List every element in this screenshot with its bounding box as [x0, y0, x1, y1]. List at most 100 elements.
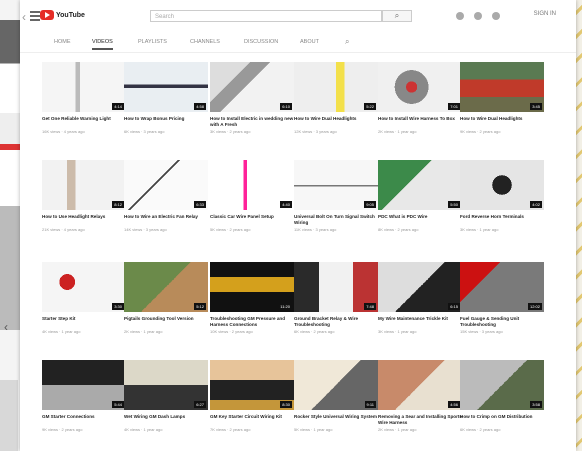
video-card[interactable]: 5:22 How to Wire Dual Headlights 12K views… — [294, 62, 378, 134]
video-thumbnail[interactable]: 8:30 — [210, 360, 294, 410]
video-card[interactable]: 4:58 How to Wrap Bonus Pricing 6K views · … — [124, 62, 208, 134]
video-thumbnail[interactable]: 5:22 — [294, 62, 378, 112]
video-thumbnail[interactable]: 5:12 — [124, 262, 208, 312]
youtube-logo[interactable]: YouTube — [40, 10, 85, 20]
video-thumbnail[interactable]: 3:30 — [42, 262, 126, 312]
video-thumbnail[interactable]: 9:05 — [294, 160, 378, 210]
settings-icon[interactable] — [492, 12, 500, 20]
sign-in-button[interactable]: SIGN IN — [534, 11, 556, 17]
video-card[interactable]: 12:02 Fuel Gauge & Sending Unit Troublesh… — [460, 262, 544, 334]
duration-badge: 7:01 — [448, 103, 460, 110]
tab-videos[interactable]: Videos — [92, 39, 113, 50]
duration-badge: 5:12 — [194, 303, 206, 310]
video-title[interactable]: Universal Bolt On Turn Signal Switch Wir… — [294, 214, 378, 226]
video-card[interactable]: 5:12 Pigtails Grounding Tool Version 2K vi… — [124, 262, 208, 334]
video-thumbnail[interactable]: 7:01 — [378, 62, 462, 112]
video-thumbnail[interactable]: 12:02 — [460, 262, 544, 312]
video-thumbnail[interactable]: 6:10 — [210, 62, 294, 112]
video-meta: 2K views · 1 year ago — [124, 329, 163, 334]
video-meta: 15K views · 3 years ago — [460, 329, 503, 334]
video-card[interactable]: 9:11 Rocker Style Universal Wiring System… — [294, 360, 378, 432]
video-title[interactable]: How to Wire an Electric Fan Relay — [124, 214, 208, 226]
duration-badge: 5:44 — [112, 401, 124, 408]
duration-badge: 8:12 — [112, 201, 124, 208]
video-card[interactable]: 7:01 How to Install Wire Harness To Box 2K… — [378, 62, 462, 134]
video-title[interactable]: How to Use Headlight Relays — [42, 214, 126, 226]
video-card[interactable]: 5:44 GM Starter Connections 9K views · 2 y… — [42, 360, 126, 432]
video-title[interactable]: How to Wire Dual Headlights — [294, 116, 378, 128]
video-title[interactable]: How to Install Electric in wedding new w… — [210, 116, 294, 128]
video-title[interactable]: Classic Car Wire Panel Setup — [210, 214, 294, 226]
search-icon[interactable]: ⌕ — [382, 10, 412, 22]
tab-channels[interactable]: Channels — [190, 39, 220, 45]
video-title[interactable]: Troubleshooting GM Pressure and Harness … — [210, 316, 294, 328]
video-card[interactable]: 4:40 Classic Car Wire Panel Setup 5K views… — [210, 160, 294, 232]
video-card[interactable]: 6:27 Wet Wiring GM Dash Lamps 4K views · 1… — [124, 360, 208, 432]
video-card[interactable]: 9:05 Universal Bolt On Turn Signal Switch… — [294, 160, 378, 232]
video-title[interactable]: Rocker Style Universal Wiring System — [294, 414, 378, 426]
video-title[interactable]: Starter Step Kit — [42, 316, 126, 328]
tab-discussion[interactable]: Discussion — [244, 39, 278, 45]
video-title[interactable]: GM Key Starter Circuit Wiring Kit — [210, 414, 294, 426]
video-title[interactable]: GM Starter Connections — [42, 414, 126, 426]
video-card[interactable]: 3:58 How to Crimp on GM Distribution 6K vi… — [460, 360, 544, 432]
search-input[interactable]: Search — [150, 10, 382, 22]
video-title[interactable]: Ground Bracket Relay & Wire Troubleshoot… — [294, 316, 378, 328]
tab-about[interactable]: About — [300, 39, 319, 45]
video-card[interactable]: 4:56 Removing a Sear and Installing Sport… — [378, 360, 462, 432]
chevron-left-icon[interactable]: ‹ — [4, 320, 8, 334]
video-thumbnail[interactable]: 4:02 — [460, 160, 544, 210]
logo-text: YouTube — [56, 11, 85, 19]
video-title[interactable]: Get One Reliable Warning Light — [42, 116, 126, 128]
duration-badge: 4:56 — [448, 401, 460, 408]
video-thumbnail[interactable]: 9:11 — [294, 360, 378, 410]
video-title[interactable]: Pigtails Grounding Tool Version — [124, 316, 208, 328]
video-thumbnail[interactable]: 3:45 — [460, 62, 544, 112]
video-card[interactable]: 8:30 GM Key Starter Circuit Wiring Kit 7K … — [210, 360, 294, 432]
video-card[interactable]: 7:48 Ground Bracket Relay & Wire Troubles… — [294, 262, 378, 334]
duration-badge: 5:50 — [448, 201, 460, 208]
video-thumbnail[interactable]: 6:27 — [124, 360, 208, 410]
video-thumbnail[interactable]: 5:44 — [42, 360, 126, 410]
video-card[interactable]: 4:02 Ford Reverse Horn Terminals 3K views … — [460, 160, 544, 232]
video-card[interactable]: 11:20 Troubleshooting GM Pressure and Har… — [210, 262, 294, 334]
menu-icon[interactable] — [30, 11, 40, 23]
video-thumbnail[interactable]: 11:20 — [210, 262, 294, 312]
apps-icon[interactable] — [474, 12, 482, 20]
video-card[interactable]: 5:50 PDC What is PDC Wire 8K views · 2 yea… — [378, 160, 462, 232]
video-thumbnail[interactable]: 4:40 — [210, 160, 294, 210]
video-card[interactable]: 3:30 Starter Step Kit 4K views · 1 year ag… — [42, 262, 126, 334]
video-thumbnail[interactable]: 3:58 — [460, 360, 544, 410]
video-thumbnail[interactable]: 4:14 — [42, 62, 126, 112]
video-title[interactable]: PDC What is PDC Wire — [378, 214, 462, 226]
video-thumbnail[interactable]: 6:33 — [124, 160, 208, 210]
video-thumbnail[interactable]: 7:48 — [294, 262, 378, 312]
video-title[interactable]: How to Wire Dual Headlights — [460, 116, 544, 128]
video-card[interactable]: 6:15 My Wire Maintenance Trickle Kit 3K vi… — [378, 262, 462, 334]
video-meta: 3K views · 1 year ago — [460, 227, 499, 232]
video-thumbnail[interactable]: 5:50 — [378, 160, 462, 210]
video-thumbnail[interactable]: 4:58 — [124, 62, 208, 112]
video-title[interactable]: Wet Wiring GM Dash Lamps — [124, 414, 208, 426]
video-title[interactable]: How to Crimp on GM Distribution — [460, 414, 544, 426]
video-thumbnail[interactable]: 8:12 — [42, 160, 126, 210]
video-card[interactable]: 8:12 How to Use Headlight Relays 21K views… — [42, 160, 126, 232]
video-card[interactable]: 6:33 How to Wire an Electric Fan Relay 14K… — [124, 160, 208, 232]
video-title[interactable]: Fuel Gauge & Sending Unit Troubleshootin… — [460, 316, 544, 328]
duration-badge: 7:48 — [364, 303, 376, 310]
channel-search-icon[interactable]: ⌕ — [345, 37, 349, 47]
video-thumbnail[interactable]: 6:15 — [378, 262, 462, 312]
video-title[interactable]: How to Install Wire Harness To Box — [378, 116, 462, 128]
video-card[interactable]: 4:14 Get One Reliable Warning Light 16K vi… — [42, 62, 126, 134]
video-title[interactable]: Removing a Sear and Installing Sports Wi… — [378, 414, 462, 426]
video-card[interactable]: 3:45 How to Wire Dual Headlights 9K views … — [460, 62, 544, 134]
create-icon[interactable] — [456, 12, 464, 20]
back-arrow-icon[interactable]: ‹ — [22, 10, 26, 24]
tab-home[interactable]: Home — [54, 39, 71, 45]
tab-playlists[interactable]: Playlists — [138, 39, 167, 45]
video-thumbnail[interactable]: 4:56 — [378, 360, 462, 410]
video-title[interactable]: My Wire Maintenance Trickle Kit — [378, 316, 462, 328]
video-title[interactable]: Ford Reverse Horn Terminals — [460, 214, 544, 226]
video-card[interactable]: 6:10 How to Install Electric in wedding n… — [210, 62, 294, 134]
video-title[interactable]: How to Wrap Bonus Pricing — [124, 116, 208, 128]
